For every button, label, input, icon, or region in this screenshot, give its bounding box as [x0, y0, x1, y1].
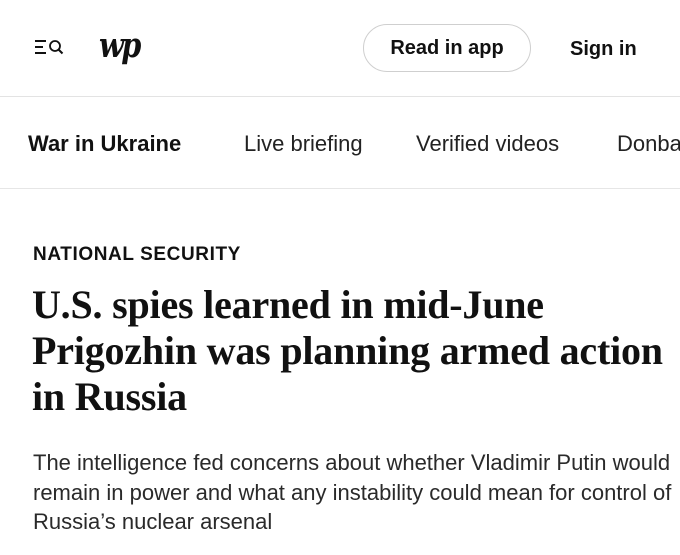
site-header: wp Read in app Sign in — [0, 0, 680, 97]
menu-search-icon[interactable] — [34, 38, 72, 60]
nav-item-war-in-ukraine[interactable]: War in Ukraine — [28, 130, 181, 158]
menu-icon — [35, 40, 64, 55]
article-dek: The intelligence fed concerns about whet… — [33, 450, 672, 534]
read-in-app-button[interactable]: Read in app — [363, 24, 531, 72]
article-headline: U.S. spies learned in mid-June Prigozhin… — [32, 282, 663, 419]
nav-item-verified-videos[interactable]: Verified videos — [416, 130, 559, 158]
article-kicker[interactable]: NATIONAL SECURITY — [33, 243, 241, 267]
page: wp Read in app Sign in War in Ukraine Li… — [0, 0, 680, 555]
section-nav: War in Ukraine Live briefing Verified vi… — [0, 97, 680, 189]
sign-in-link[interactable]: Sign in — [570, 35, 637, 63]
search-icon — [49, 40, 64, 55]
site-logo[interactable]: wp — [99, 24, 141, 68]
nav-item-live-briefing[interactable]: Live briefing — [244, 130, 363, 158]
nav-item-donbas[interactable]: Donba — [617, 130, 680, 158]
